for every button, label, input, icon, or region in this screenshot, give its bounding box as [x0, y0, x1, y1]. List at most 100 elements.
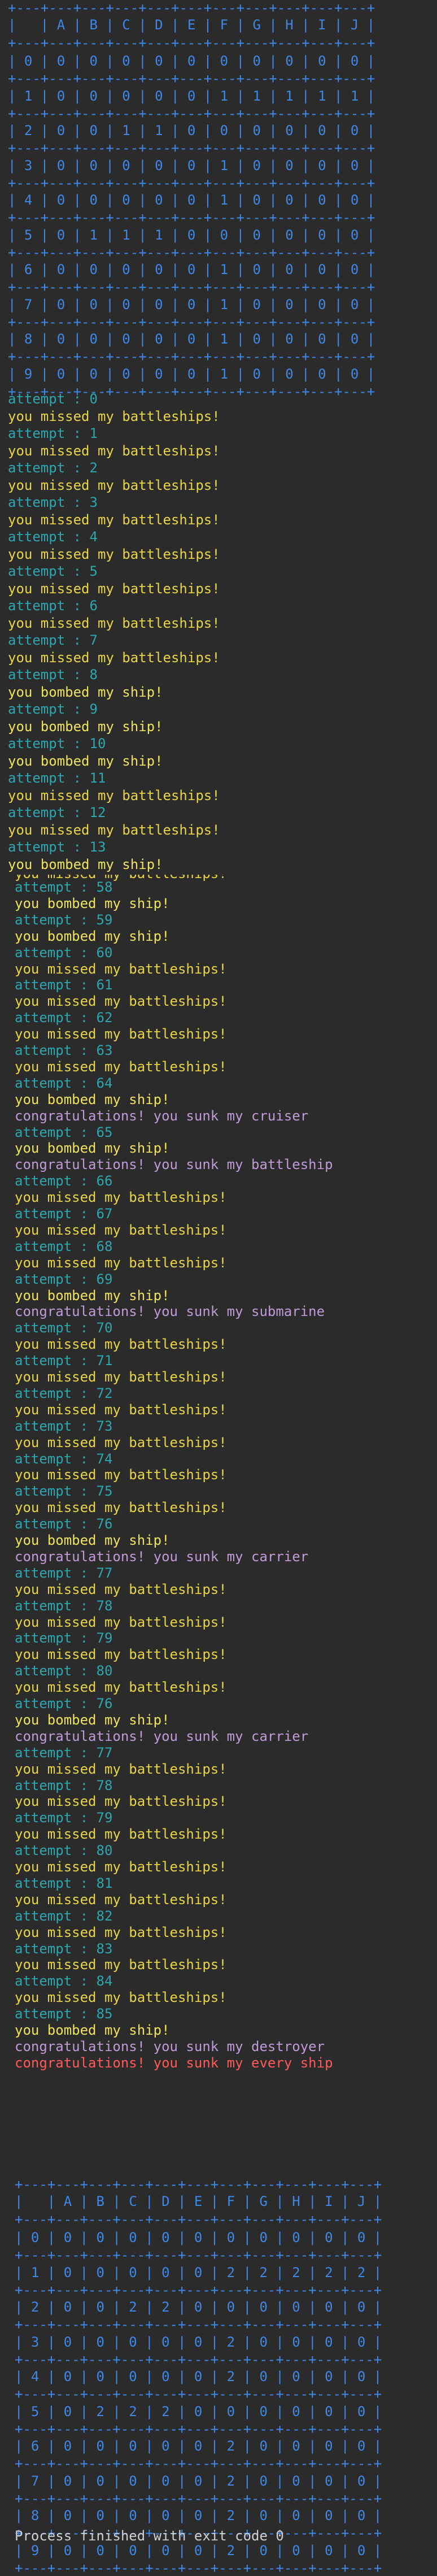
attempt-line: attempt : 81 — [15, 1875, 113, 1891]
board-row: | 7 | 0 | 0 | 0 | 0 | 0 | 1 | 0 | 0 | 0 … — [8, 296, 375, 312]
board-header: | | A | B | C | D | E | F | G | H | I | … — [8, 17, 375, 33]
attempt-line: attempt : 2 — [8, 460, 98, 476]
board-row: | 0 | 0 | 0 | 0 | 0 | 0 | 0 | 0 | 0 | 0 … — [15, 2230, 382, 2245]
hit-message: you bombed my ship! — [15, 1140, 170, 1157]
attempt-line: attempt : 77 — [15, 1565, 113, 1581]
sunk-message: congratulations! you sunk my carrier — [15, 1728, 309, 1744]
board-separator: +---+---+---+---+---+---+---+---+---+---… — [15, 2386, 382, 2402]
miss-message: you missed my battleships! — [15, 1761, 227, 1777]
sunk-message: congratulations! you sunk my cruiser — [15, 1107, 309, 1124]
board-row: | 2 | 0 | 0 | 1 | 1 | 0 | 0 | 0 | 0 | 0 … — [8, 123, 375, 138]
board-separator: +---+---+---+---+---+---+---+---+---+---… — [15, 2317, 382, 2332]
board-row: | 9 | 0 | 0 | 0 | 0 | 0 | 2 | 0 | 0 | 0 … — [15, 2542, 382, 2558]
miss-message: you missed my battleships! — [15, 993, 227, 1010]
board-row: | 1 | 0 | 0 | 0 | 0 | 0 | 2 | 2 | 2 | 2 … — [15, 2264, 382, 2280]
attempt-line: attempt : 12 — [8, 805, 106, 820]
board-row: | 9 | 0 | 0 | 0 | 0 | 0 | 1 | 0 | 0 | 0 … — [8, 366, 375, 382]
attempt-line: attempt : 10 — [8, 736, 106, 751]
miss-message: you missed my battleships! — [8, 649, 220, 666]
attempt-line: attempt : 79 — [15, 1810, 113, 1826]
miss-message: you missed my battleships! — [15, 1369, 227, 1385]
board-separator: +---+---+---+---+---+---+---+---+---+---… — [15, 2456, 382, 2471]
attempt-line: attempt : 70 — [15, 1320, 113, 1336]
board-row: | 5 | 0 | 1 | 1 | 1 | 0 | 0 | 0 | 0 | 0 … — [8, 227, 375, 243]
board-row: | 3 | 0 | 0 | 0 | 0 | 0 | 2 | 0 | 0 | 0 … — [15, 2334, 382, 2350]
board-separator: +---+---+---+---+---+---+---+---+---+---… — [15, 2212, 382, 2227]
board-row: | 8 | 0 | 0 | 0 | 0 | 0 | 1 | 0 | 0 | 0 … — [8, 331, 375, 347]
sunk-message: congratulations! you sunk my submarine — [15, 1304, 325, 1320]
board-header: | | A | B | C | D | E | F | G | H | I | … — [15, 2193, 382, 2209]
hit-message: you bombed my ship! — [15, 2022, 170, 2038]
attempt-line: attempt : 71 — [15, 1353, 113, 1369]
hit-message: you bombed my ship! — [15, 1532, 170, 1548]
hit-message: you bombed my ship! — [8, 718, 163, 735]
attempt-line: attempt : 84 — [15, 1973, 113, 1989]
board-separator: +---+---+---+---+---+---+---+---+---+---… — [8, 0, 375, 16]
attempt-line: attempt : 78 — [15, 1597, 113, 1614]
miss-message: you missed my battleships! — [8, 477, 220, 493]
hit-message: you bombed my ship! — [15, 928, 170, 944]
hit-message: you bombed my ship! — [15, 1287, 170, 1304]
attempt-line: attempt : 67 — [15, 1206, 113, 1222]
attempt-line: attempt : 9 — [8, 701, 98, 717]
miss-message: you missed my battleships! — [15, 961, 227, 977]
attempt-line: attempt : 76 — [15, 1516, 113, 1532]
board-row: | 4 | 0 | 0 | 0 | 0 | 0 | 1 | 0 | 0 | 0 … — [8, 192, 375, 208]
miss-message: you missed my battleships! — [15, 1500, 227, 1516]
hit-message: you bombed my ship! — [8, 856, 163, 872]
attempt-line: attempt : 7 — [8, 632, 98, 648]
board-separator: +---+---+---+---+---+---+---+---+---+---… — [8, 175, 375, 191]
attempt-line: attempt : 1 — [8, 425, 98, 441]
attempt-line: attempt : 11 — [8, 770, 106, 786]
miss-message: you missed my battleships! — [15, 1647, 227, 1663]
attempt-line: attempt : 80 — [15, 1843, 113, 1859]
board-separator: +---+---+---+---+---+---+---+---+---+---… — [15, 2282, 382, 2298]
attempt-line: attempt : 83 — [15, 1940, 113, 1957]
attempt-line: attempt : 65 — [15, 1124, 113, 1140]
attempt-line: attempt : 58 — [15, 879, 113, 895]
attempt-line: attempt : 74 — [15, 1450, 113, 1467]
attempt-line: attempt : 3 — [8, 494, 98, 510]
board-separator: +---+---+---+---+---+---+---+---+---+---… — [8, 279, 375, 295]
miss-message: you missed my battleships! — [15, 1058, 227, 1075]
board-separator: +---+---+---+---+---+---+---+---+---+---… — [15, 2351, 382, 2368]
miss-message: you missed my battleships! — [15, 1581, 227, 1597]
attempt-line: attempt : 66 — [15, 1173, 113, 1189]
miss-message: you missed my battleships! — [15, 1957, 227, 1973]
board-separator: +---+---+---+---+---+---+---+---+---+---… — [15, 2490, 382, 2507]
board-separator: +---+---+---+---+---+---+---+---+---+---… — [8, 314, 375, 330]
attempt-line: attempt : 85 — [15, 2006, 113, 2022]
miss-message: you missed my battleships! — [15, 1026, 227, 1042]
exit-message: Process finished with exit code 0 — [15, 2528, 284, 2544]
miss-message: you missed my battleships! — [15, 1401, 227, 1418]
board-separator: +---+---+---+---+---+---+---+---+---+---… — [8, 349, 375, 364]
board-row: | 6 | 0 | 0 | 0 | 0 | 0 | 1 | 0 | 0 | 0 … — [8, 262, 375, 277]
board-separator: +---+---+---+---+---+---+---+---+---+---… — [8, 140, 375, 156]
attempt-line: attempt : 4 — [8, 529, 98, 545]
miss-message: you missed my battleships! — [15, 1679, 227, 1696]
hit-message: you bombed my ship! — [15, 1711, 170, 1728]
board-separator: +---+---+---+---+---+---+---+---+---+---… — [15, 2247, 382, 2263]
attempt-line: attempt : 73 — [15, 1418, 113, 1434]
miss-message: you missed my battleships! — [15, 1434, 227, 1450]
board-row: | 1 | 0 | 0 | 0 | 0 | 0 | 1 | 1 | 1 | 1 … — [8, 88, 375, 104]
attempt-line: attempt : 77 — [15, 1744, 113, 1761]
board-row: | 2 | 0 | 0 | 2 | 2 | 0 | 0 | 0 | 0 | 0 … — [15, 2299, 382, 2315]
attempt-line: attempt : 6 — [8, 598, 98, 614]
hit-message: you bombed my ship! — [8, 753, 163, 769]
attempt-line: attempt : 64 — [15, 1075, 113, 1091]
attempt-line: attempt : 61 — [15, 977, 113, 993]
board-row: | 4 | 0 | 0 | 0 | 0 | 0 | 2 | 0 | 0 | 0 … — [15, 2369, 382, 2384]
attempt-line: attempt : 72 — [15, 1385, 113, 1401]
attempt-line: attempt : 5 — [8, 563, 98, 579]
attempt-line: attempt : 76 — [15, 1696, 113, 1711]
attempt-line: attempt : 8 — [8, 667, 98, 683]
miss-message: you missed my battleships! — [8, 511, 220, 528]
miss-message: you missed my battleships! — [8, 442, 220, 459]
board-separator: +---+---+---+---+---+---+---+---+---+---… — [8, 244, 375, 260]
board-separator: +---+---+---+---+---+---+---+---+---+---… — [8, 210, 375, 225]
board-row: | 5 | 0 | 2 | 2 | 2 | 0 | 0 | 0 | 0 | 0 … — [15, 2403, 382, 2419]
sunk-message: congratulations! you sunk my destroyer — [15, 2038, 325, 2054]
miss-message: you missed my battleships! — [8, 822, 220, 838]
board-separator: +---+---+---+---+---+---+---+---+---+---… — [8, 35, 375, 51]
